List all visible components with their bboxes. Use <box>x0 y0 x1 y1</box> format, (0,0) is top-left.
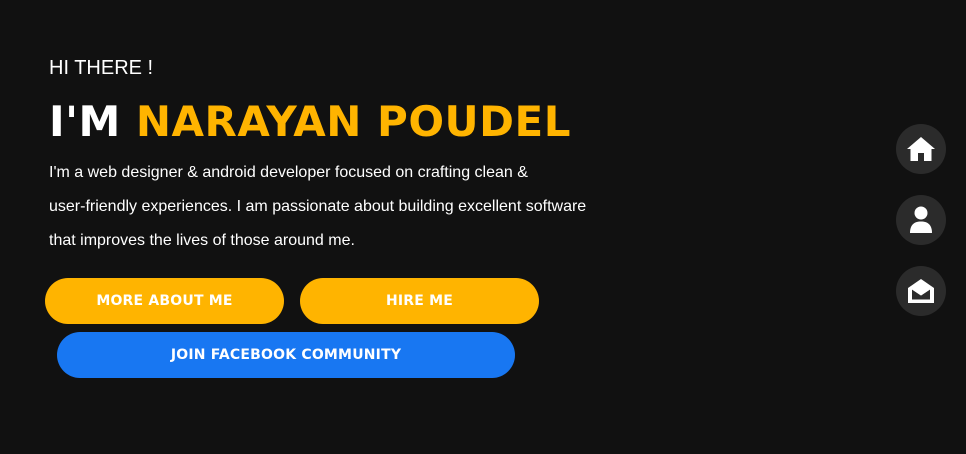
name-heading: I'M NARAYAN POUDEL <box>49 96 571 148</box>
intro-line: that improves the lives of those around … <box>49 232 355 249</box>
nav-about-button[interactable] <box>896 195 946 245</box>
nav-home-button[interactable] <box>896 124 946 174</box>
side-nav <box>896 124 946 337</box>
name-prefix: I'M <box>49 97 121 146</box>
nav-contact-button[interactable] <box>896 266 946 316</box>
greeting-text: HI THERE ! <box>49 57 154 79</box>
home-icon <box>907 137 935 161</box>
intro-line: I'm a web designer & android developer f… <box>49 164 528 181</box>
intro-paragraph: I'm a web designer & android developer f… <box>49 156 609 258</box>
join-facebook-community-button[interactable]: JOIN FACEBOOK COMMUNITY <box>57 332 515 378</box>
name-highlight: NARAYAN POUDEL <box>135 97 571 146</box>
envelope-open-icon <box>908 279 934 303</box>
user-icon <box>910 206 932 233</box>
hire-me-button[interactable]: HIRE ME <box>300 278 539 324</box>
intro-line: user-friendly experiences. I am passiona… <box>49 198 587 215</box>
more-about-me-button[interactable]: MORE ABOUT ME <box>45 278 284 324</box>
